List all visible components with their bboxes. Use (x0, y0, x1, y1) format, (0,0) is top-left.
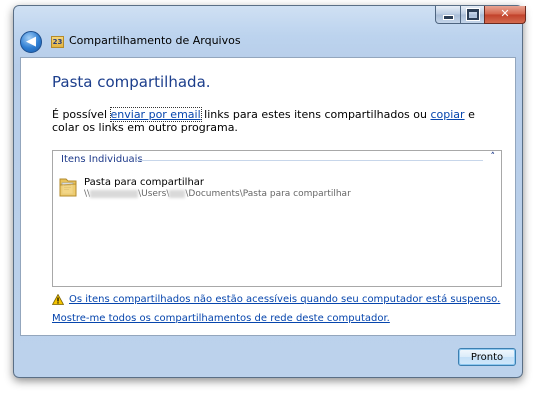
shared-item-path: \\ \Users\ \Documents\Pasta para compartil… (84, 189, 351, 199)
minimize-button[interactable] (435, 6, 461, 24)
back-button[interactable]: ◀ (20, 31, 42, 53)
back-arrow-icon: ◀ (26, 34, 36, 49)
show-all-shares-link[interactable]: Mostre-me todos os compartilhamentos de … (52, 313, 390, 324)
dialog-window: ✕ ◀ 23 Compartilhamento de Arquivos Past… (13, 5, 526, 378)
close-icon: ✕ (500, 7, 510, 20)
collapse-chevron-icon[interactable]: ˄ (491, 152, 496, 162)
sharing-app-icon: 23 (51, 36, 64, 48)
panel-header: Itens Individuais (61, 154, 143, 165)
warning-icon (52, 294, 64, 305)
redacted-user-name (169, 189, 186, 198)
share-description: É possível enviar por email links para e… (52, 107, 475, 134)
shared-folder-icon (59, 178, 77, 197)
done-button[interactable]: Pronto (458, 348, 516, 366)
content-pane: Pasta compartilhada. É possível enviar p… (20, 57, 516, 336)
panel-divider (136, 160, 483, 161)
title-bar: ✕ ◀ 23 Compartilhamento de Arquivos (14, 6, 526, 62)
shared-item-name: Pasta para compartilhar (84, 177, 205, 188)
page-heading: Pasta compartilhada. (52, 73, 211, 91)
shared-items-panel: Itens Individuais ˄ Pasta para compartil… (52, 150, 502, 287)
sleep-warning-link[interactable]: Os itens compartilhados não estão acessí… (69, 294, 500, 305)
minimize-icon (442, 15, 454, 20)
redacted-computer-name (90, 189, 139, 198)
maximize-icon (466, 9, 479, 20)
copy-link[interactable]: copiar (430, 108, 464, 121)
maximize-button[interactable] (460, 6, 485, 24)
window-title: Compartilhamento de Arquivos (69, 34, 241, 47)
send-email-link[interactable]: enviar por email (109, 107, 202, 122)
close-button[interactable]: ✕ (484, 6, 526, 24)
